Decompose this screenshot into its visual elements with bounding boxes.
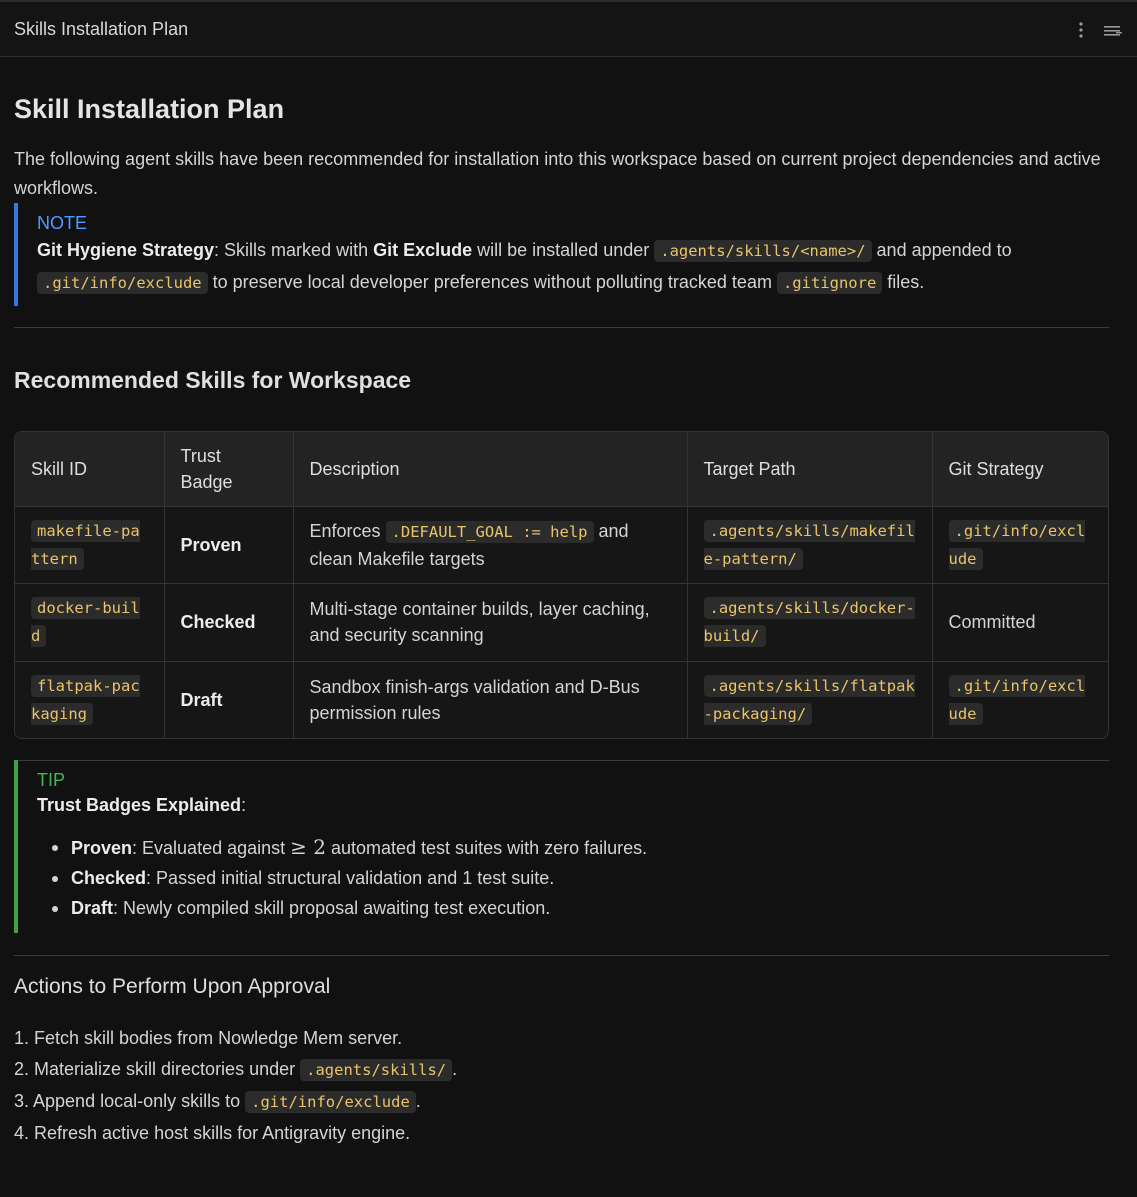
list-item: 2. Materialize skill directories under .… (14, 1054, 457, 1086)
list-item: 1. Fetch skill bodies from Nowledge Mem … (14, 1023, 457, 1054)
inline-code: .agents/skills/<name>/ (654, 240, 872, 262)
column-header: Description (293, 432, 688, 507)
list-item: Checked: Passed initial structural valid… (52, 863, 1109, 893)
skill-id-cell: flatpak-packaging (15, 661, 165, 738)
description-cell: Enforces .DEFAULT_GOAL := help and clean… (293, 506, 688, 584)
page-title: Skill Installation Plan (14, 94, 285, 124)
inline-code: .git/info/exclude (245, 1091, 416, 1113)
window-title: Skills Installation Plan (14, 19, 189, 39)
description-text: Enforces (309, 520, 386, 541)
tip-callout: TIP Trust Badges Explained: Proven: Eval… (14, 760, 1109, 933)
git-strategy-cell: .git/info/exclude (932, 506, 1108, 584)
table-row: docker-build Checked Multi-stage contain… (15, 583, 1108, 662)
note-text: files. (882, 272, 925, 292)
action-text: 4. Refresh active host skills for Antigr… (14, 1123, 411, 1143)
action-text: . (452, 1059, 458, 1079)
badge-list: Proven: Evaluated against ≥ 2 automated … (37, 832, 1109, 923)
divider (14, 327, 1109, 328)
trust-badge: Proven (164, 506, 294, 584)
trust-badge: Checked (164, 583, 294, 662)
tip-title-suffix: : (241, 795, 247, 815)
tip-title-line: Trust Badges Explained: (37, 792, 1109, 818)
note-label: NOTE (37, 213, 88, 233)
inline-code: .git/info/exclude (37, 272, 208, 294)
intro-paragraph: The following agent skills have been rec… (14, 149, 1101, 198)
note-text: : Skills marked with (214, 240, 374, 260)
skills-table: Skill ID Trust Badge Description Target … (14, 431, 1109, 739)
list-item: 3. Append local-only skills to .git/info… (14, 1086, 457, 1118)
skill-id: docker-build (31, 597, 140, 648)
note-text: and appended to (871, 240, 1012, 260)
badge-text: : Evaluated against (132, 838, 291, 858)
target-path-cell: .agents/skills/flatpak-packaging/ (687, 661, 933, 738)
actions-list: 1. Fetch skill bodies from Nowledge Mem … (14, 1023, 457, 1149)
action-text: 2. Materialize skill directories under (14, 1059, 301, 1079)
action-text: . (415, 1091, 421, 1111)
table-row: makefile-pattern Proven Enforces .DEFAUL… (15, 506, 1108, 584)
table-header-row: Skill ID Trust Badge Description Target … (15, 432, 1108, 507)
skill-id-cell: docker-build (15, 583, 165, 662)
inline-code: .DEFAULT_GOAL := help (385, 520, 594, 543)
column-header: Target Path (687, 432, 933, 507)
git-strategy-cell: .git/info/exclude (932, 661, 1108, 738)
skill-id: flatpak-packaging (31, 675, 140, 725)
strategy-label: Git Hygiene Strategy (37, 240, 215, 260)
more-options-icon[interactable] (1074, 21, 1088, 39)
list-item: 4. Refresh active host skills for Antigr… (14, 1118, 457, 1149)
target-path-cell: .agents/skills/makefile-pattern/ (687, 506, 933, 584)
outline-icon[interactable] (1103, 23, 1123, 39)
tip-title: Trust Badges Explained (37, 795, 242, 815)
description-cell: Sandbox finish-args validation and D-Bus… (293, 661, 688, 738)
target-path: .agents/skills/docker-build/ (703, 597, 915, 648)
note-text: to preserve local developer preferences … (207, 272, 777, 292)
badge-term: Proven (71, 838, 133, 858)
inline-code: .agents/skills/ (300, 1059, 453, 1081)
badge-term: Checked (71, 868, 147, 888)
git-strategy-cell: Committed (932, 583, 1108, 662)
skills-heading: Recommended Skills for Workspace (14, 367, 412, 393)
action-text: 1. Fetch skill bodies from Nowledge Mem … (14, 1028, 403, 1048)
trust-badge: Draft (164, 661, 294, 738)
note-callout: NOTE Git Hygiene Strategy: Skills marked… (14, 203, 1109, 306)
description-cell: Multi-stage container builds, layer cach… (293, 583, 688, 662)
git-strategy: .git/info/exclude (948, 519, 1086, 570)
skill-id-cell: makefile-pattern (15, 506, 165, 584)
badge-text: : Passed initial structural validation a… (146, 868, 555, 888)
note-body: Git Hygiene Strategy: Skills marked with… (37, 235, 1109, 299)
note-text: will be installed under (472, 240, 655, 260)
column-header: Git Strategy (932, 432, 1108, 507)
target-path-cell: .agents/skills/docker-build/ (687, 583, 933, 662)
tip-label: TIP (37, 770, 66, 790)
action-text: 3. Append local-only skills to (14, 1091, 246, 1111)
title-bar: Skills Installation Plan (0, 0, 1137, 57)
git-strategy: .git/info/exclude (948, 675, 1086, 725)
actions-heading: Actions to Perform Upon Approval (14, 975, 331, 998)
inline-code: .gitignore (776, 272, 883, 294)
divider (14, 955, 1109, 956)
list-item: Draft: Newly compiled skill proposal awa… (52, 893, 1109, 923)
badge-term: Draft (71, 898, 114, 918)
target-path: .agents/skills/makefile-pattern/ (703, 519, 915, 570)
list-item: Proven: Evaluated against ≥ 2 automated … (52, 832, 1109, 863)
column-header: Trust Badge (164, 432, 294, 507)
git-exclude-label: Git Exclude (373, 240, 473, 260)
badge-text: : Newly compiled skill proposal awaiting… (113, 898, 551, 918)
column-header: Skill ID (15, 432, 165, 507)
math-expression: ≥ 2 (290, 835, 326, 859)
badge-text: automated test suites with zero failures… (325, 838, 648, 858)
table-row: flatpak-packaging Draft Sandbox finish-a… (15, 661, 1108, 738)
skill-id: makefile-pattern (31, 519, 140, 570)
target-path: .agents/skills/flatpak-packaging/ (703, 675, 915, 725)
